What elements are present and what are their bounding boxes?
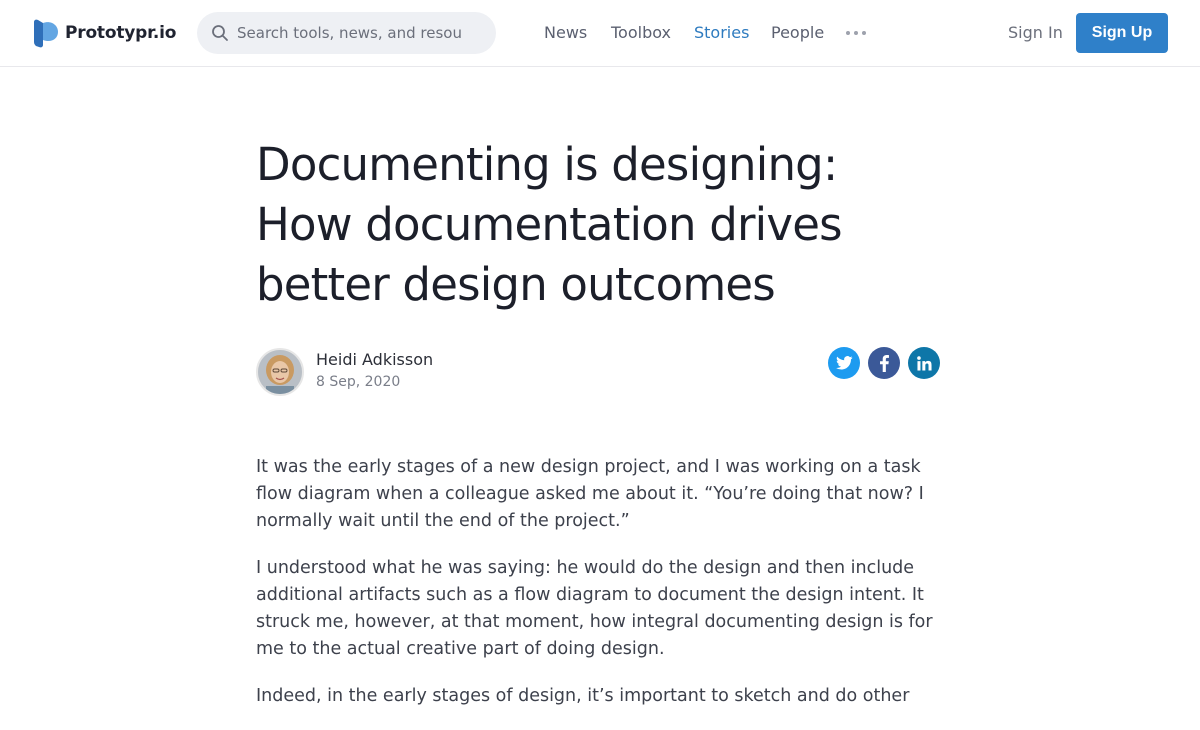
sign-up-button[interactable]: Sign Up [1076, 13, 1168, 53]
share-linkedin-button[interactable] [908, 347, 940, 379]
nav-toolbox[interactable]: Toolbox [611, 23, 671, 43]
author-avatar[interactable] [256, 348, 304, 396]
logo-text: Prototypr.io [65, 23, 177, 43]
article-byline: Heidi Adkisson 8 Sep, 2020 [256, 347, 946, 397]
publish-date: 8 Sep, 2020 [316, 374, 401, 390]
search-icon [212, 25, 228, 41]
paragraph: I understood what he was saying: he woul… [256, 558, 933, 659]
nav-stories[interactable]: Stories [694, 23, 749, 43]
article: Documenting is designing: How documentat… [256, 135, 956, 706]
paragraph: It was the early stages of a new design … [256, 457, 924, 531]
share-facebook-button[interactable] [868, 347, 900, 379]
prototypr-logo-icon [34, 19, 58, 48]
logo-link[interactable]: Prototypr.io [31, 18, 176, 48]
search-box[interactable] [197, 12, 496, 54]
share-twitter-button[interactable] [828, 347, 860, 379]
twitter-icon [835, 356, 853, 370]
facebook-icon [879, 354, 889, 372]
author-name[interactable]: Heidi Adkisson [316, 350, 433, 369]
more-icon[interactable] [845, 28, 869, 38]
sign-in-link[interactable]: Sign In [1008, 23, 1063, 43]
linkedin-icon [916, 355, 932, 371]
nav-news[interactable]: News [544, 23, 587, 43]
search-input[interactable] [237, 24, 463, 42]
site-header: Prototypr.io News Toolbox Stories People… [0, 0, 1200, 67]
article-title: Documenting is designing: How documentat… [256, 138, 843, 311]
nav-people[interactable]: People [771, 23, 824, 43]
article-body: It was the early stages of a new design … [256, 454, 956, 730]
author-photo-icon [258, 350, 302, 394]
paragraph: Indeed, in the early stages of design, i… [256, 686, 910, 706]
